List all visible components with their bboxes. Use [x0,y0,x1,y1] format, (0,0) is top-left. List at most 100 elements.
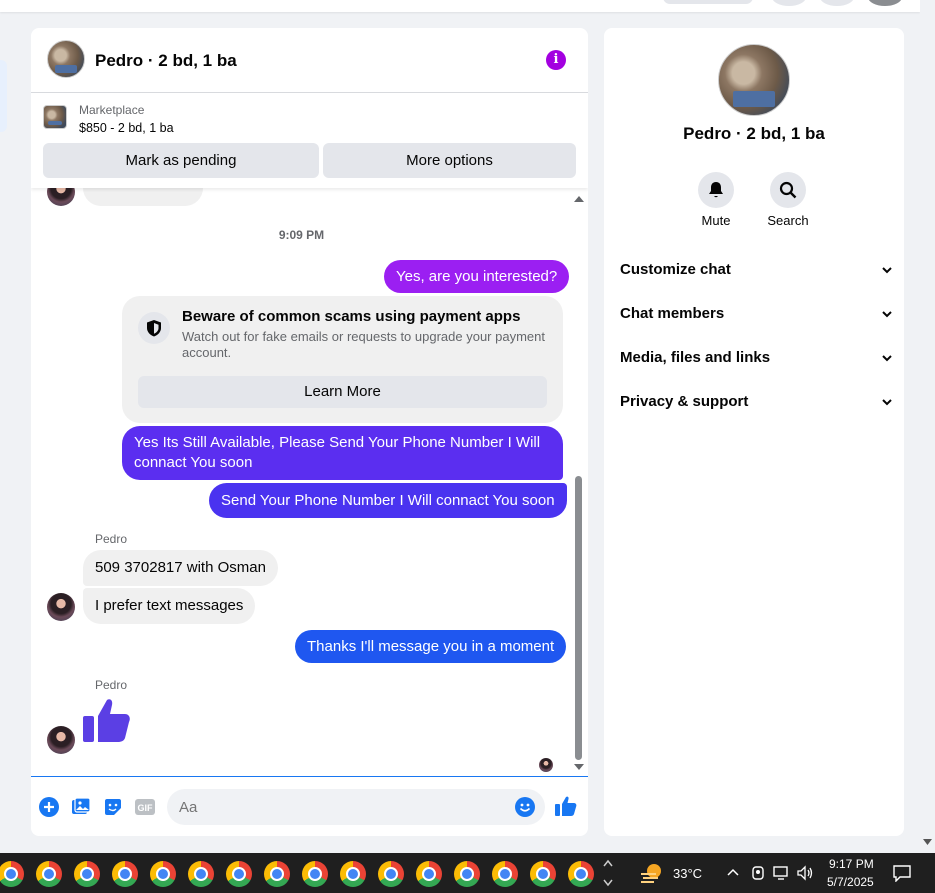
section-label: Chat members [620,305,725,322]
plus-icon[interactable] [39,797,59,817]
profile-name: Pedro · 2 bd, 1 ba [683,124,825,143]
message-list: 9:09 PM Yes, are you interested? Beware … [31,188,588,776]
scroll-thumb[interactable] [575,476,582,760]
chat-header: Pedro · 2 bd, 1 ba i [31,28,588,93]
chat-avatar[interactable] [47,40,85,78]
chrome-app-icon[interactable] [112,861,138,887]
taskbar-scroll-icon[interactable] [602,857,614,889]
customize-chat-section[interactable]: Customize chat [620,252,892,288]
message-composer: GIF [31,776,588,836]
chrome-app-icon[interactable] [568,861,594,887]
section-label: Customize chat [620,261,731,278]
nav-icon-button[interactable] [772,0,806,6]
chevron-down-icon [882,355,892,362]
message-bubble-outgoing[interactable]: Yes Its Still Available, Please Send You… [122,426,563,480]
shield-icon [138,312,170,344]
media-files-links-section[interactable]: Media, files and links [620,340,892,376]
chrome-app-icon[interactable] [150,861,176,887]
chrome-app-icon[interactable] [188,861,214,887]
scroll-down-icon[interactable] [923,838,932,846]
conversation-info-panel: Pedro · 2 bd, 1 ba Mute Search Customize… [604,28,904,836]
sender-name: Pedro [95,678,128,692]
scroll-down-icon[interactable] [574,764,584,770]
scam-warning-card: Beware of common scams using payment app… [122,296,563,423]
notification-icon[interactable] [892,864,912,882]
chevron-down-icon [882,399,892,406]
chevron-down-icon [882,267,892,274]
section-label: Media, files and links [620,349,771,366]
seen-avatar [539,758,553,772]
learn-more-button[interactable]: Learn More [138,376,547,408]
message-bubble-incoming[interactable]: 509 3702817 with Osman [83,550,278,586]
gif-icon[interactable]: GIF [135,797,155,817]
like-icon[interactable] [555,795,577,816]
message-bubble-outgoing[interactable]: Thanks I'll message you in a moment [295,630,567,663]
weather-icon[interactable] [640,862,664,884]
profile-avatar-large[interactable] [718,44,790,116]
mute-button[interactable]: Mute [691,172,741,228]
message-input[interactable] [179,789,509,825]
chrome-app-icon[interactable] [454,861,480,887]
message-bubble-outgoing[interactable]: Send Your Phone Number I Will connact Yo… [209,483,567,518]
message-bubble-incoming[interactable]: I prefer text messages [83,588,256,624]
clock-time[interactable]: 9:17 PM [829,857,874,871]
chrome-app-icon[interactable] [36,861,62,887]
listing-price[interactable]: $850 - 2 bd, 1 ba [79,121,174,135]
chrome-app-icon[interactable] [0,861,24,887]
thumbs-up-icon[interactable] [83,696,133,746]
info-icon[interactable]: i [546,50,566,70]
listing-thumbnail [43,105,67,129]
chrome-app-icon[interactable] [340,861,366,887]
chevron-up-icon[interactable] [727,867,739,877]
warning-body: Watch out for fake emails or requests to… [182,329,545,360]
message-bubble-outgoing[interactable]: Yes, are you interested? [384,260,570,293]
message-input-box[interactable] [167,789,545,825]
search-button[interactable]: Search [763,172,813,228]
bell-icon [698,172,734,208]
marketplace-listing-bar: Marketplace $850 - 2 bd, 1 ba Mark as pe… [31,93,588,188]
search-icon [770,172,806,208]
left-sidebar-edge [0,60,7,132]
chrome-app-icon[interactable] [378,861,404,887]
scroll-up-icon[interactable] [574,196,584,202]
sticker-icon[interactable] [103,797,123,817]
nav-pill[interactable] [663,0,753,4]
nav-icon-button[interactable] [820,0,854,6]
page-scrollbar[interactable] [920,0,935,853]
meet-now-icon[interactable] [751,865,765,881]
profile-avatar[interactable] [868,0,902,6]
chevron-down-icon [882,311,892,318]
chrome-app-icon[interactable] [74,861,100,887]
top-navigation-bar [0,0,920,12]
marketplace-label: Marketplace [79,103,145,117]
temperature[interactable]: 33°C [673,866,702,881]
windows-taskbar: 33°C 9:17 PM 5/7/2025 [0,853,935,893]
mute-label: Mute [701,213,731,228]
avatar [47,593,75,621]
message-timestamp: 9:09 PM [278,228,325,242]
chat-panel: Pedro · 2 bd, 1 ba i Marketplace $850 - … [31,28,588,836]
svg-text:GIF: GIF [138,803,154,813]
mark-as-pending-button[interactable]: Mark as pending [43,143,319,178]
more-options-button[interactable]: More options [323,143,576,178]
chat-title[interactable]: Pedro · 2 bd, 1 ba [95,51,237,71]
network-icon[interactable] [773,865,791,881]
chrome-app-icon[interactable] [226,861,252,887]
volume-icon[interactable] [797,865,815,881]
message-scrollbar[interactable] [571,192,587,776]
chrome-app-icon[interactable] [302,861,328,887]
chrome-app-icon[interactable] [492,861,518,887]
section-label: Privacy & support [620,393,749,410]
search-label: Search [767,213,809,228]
chrome-app-icon[interactable] [530,861,556,887]
chat-members-section[interactable]: Chat members [620,296,892,332]
sender-name: Pedro [95,532,128,546]
clock-date[interactable]: 5/7/2025 [827,875,874,889]
chrome-app-icon[interactable] [416,861,442,887]
message-bubble-partial [83,188,203,206]
chrome-app-icon[interactable] [264,861,290,887]
privacy-support-section[interactable]: Privacy & support [620,384,892,420]
photo-icon[interactable] [71,797,91,817]
emoji-icon[interactable] [515,797,535,817]
avatar [47,188,75,206]
